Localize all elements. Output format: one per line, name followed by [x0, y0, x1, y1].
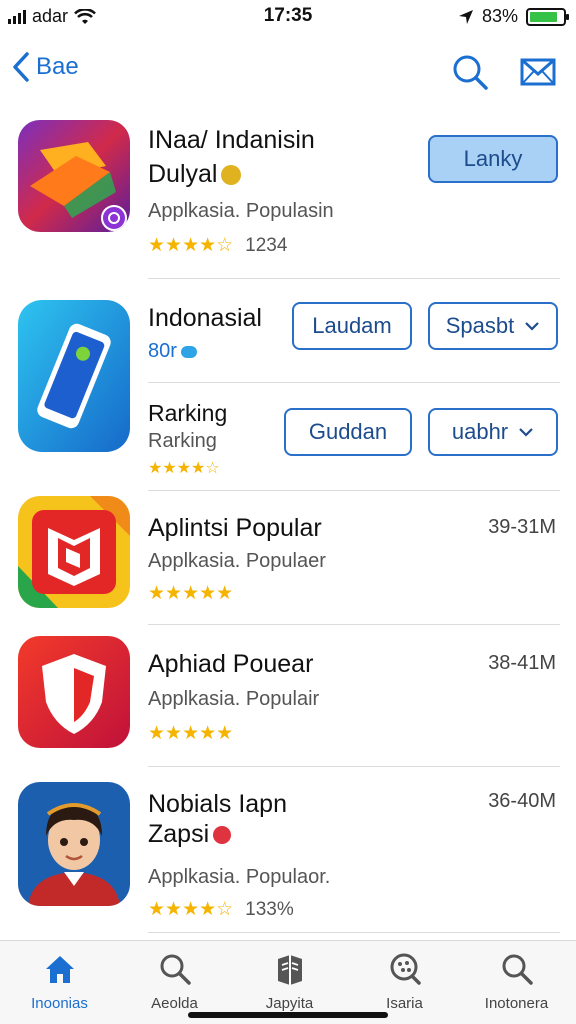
app-subtitle: Applkasia. Populair — [148, 688, 320, 710]
app-section-title: Rarking — [148, 400, 228, 426]
app-icon-phone — [18, 300, 130, 452]
nav-bar: Bae — [0, 44, 576, 100]
search-icon — [502, 954, 533, 985]
app-title: Indonasial — [148, 304, 262, 332]
tab-label: Japyita — [265, 995, 314, 1012]
app-icon-box — [18, 496, 130, 608]
app-title-line2-text: Zapsi — [148, 820, 210, 848]
primary-action-button[interactable]: Lanky — [428, 135, 558, 183]
carrier-label: adar — [32, 6, 69, 26]
rating-stars: ★★★★★ — [148, 582, 233, 605]
app-title: Nobials Iapn — [148, 790, 287, 818]
secondary-button-label: Laudam — [312, 313, 392, 338]
app-title: Aplintsi Popular — [148, 514, 322, 542]
book-icon — [277, 955, 302, 985]
battery-percent: 83% — [481, 6, 518, 26]
app-title-line2: Zapsi — [148, 820, 232, 849]
search-icon — [160, 954, 191, 985]
wifi-icon — [74, 8, 96, 24]
chevron-down-icon — [525, 322, 540, 331]
secondary-button[interactable]: Guddan — [284, 408, 412, 456]
app-icon-folder — [18, 120, 130, 232]
badge-icon — [221, 164, 242, 185]
scan-icon — [390, 953, 421, 985]
nav-actions — [450, 52, 558, 92]
star-rating-text: ★★★★☆ — [148, 235, 234, 256]
divider — [148, 932, 560, 933]
back-label: Bae — [36, 53, 79, 80]
rating-stars: ★★★★☆ — [148, 458, 220, 478]
tab-library[interactable]: Japyita — [232, 951, 347, 1012]
tab-search[interactable]: Aeolda — [117, 951, 232, 1012]
status-left: adar — [8, 6, 96, 27]
star-rating-text: ★★★★☆ — [148, 899, 234, 920]
star-rating-text: ★★★★☆ — [148, 460, 220, 477]
app-section-subtitle: Rarking — [148, 430, 217, 452]
divider — [148, 278, 560, 279]
list-item[interactable]: Aphiad Pouear Applkasia. Populair ★★★★★ … — [0, 636, 576, 767]
rating-stars: ★★★★☆ 133% — [148, 898, 294, 921]
app-size: 39-31M — [488, 516, 556, 538]
dropdown-button[interactable]: uabhr — [428, 408, 558, 456]
app-icon-shield — [18, 636, 130, 748]
star-rating-text: ★★★★★ — [148, 583, 234, 604]
divider — [148, 382, 560, 383]
app-subtitle-text: 80r — [148, 340, 177, 362]
badge-icon — [213, 825, 232, 844]
rating-stars: ★★★★★ — [148, 722, 233, 745]
dropdown-button-label: Spasbt — [445, 313, 515, 338]
list-item[interactable]: Aplintsi Popular Applkasia. Populaer ★★★… — [0, 496, 576, 626]
battery-fill — [530, 11, 557, 22]
divider — [148, 766, 560, 767]
list-item[interactable]: INaa/ Indanisin Dulyal Applkasia. Popula… — [0, 120, 576, 280]
search-icon[interactable] — [450, 52, 490, 92]
chevron-down-icon — [519, 428, 533, 437]
tab-label: Inoonias — [31, 995, 88, 1012]
rating-count: 1234 — [245, 234, 288, 256]
rating-stars: ★★★★☆ 1234 — [148, 234, 287, 257]
tab-bar: Inoonias Aeolda Japyita Isaria Inotonera — [0, 940, 576, 1024]
tab-label: Aeolda — [151, 995, 198, 1012]
tab-search-2[interactable]: Inotonera — [459, 951, 574, 1012]
secondary-button[interactable]: Laudam — [292, 302, 412, 350]
cloud-icon — [180, 345, 197, 358]
back-button[interactable]: Bae — [12, 52, 79, 82]
app-title: INaa/ Indanisin — [148, 126, 315, 154]
app-title-line2-text: Dulyal — [148, 160, 218, 188]
dropdown-button-label: uabhr — [451, 419, 509, 444]
dropdown-button[interactable]: Spasbt — [428, 302, 558, 350]
location-arrow-icon — [458, 9, 473, 24]
app-subtitle: 80r — [148, 340, 197, 363]
app-icon-avatar — [18, 782, 130, 906]
signal-icon — [8, 9, 26, 24]
secondary-button-label: Guddan — [308, 419, 388, 444]
app-title: Aphiad Pouear — [148, 650, 314, 678]
tab-scan[interactable]: Isaria — [347, 951, 462, 1012]
app-subtitle: Applkasia. Populaer — [148, 550, 326, 572]
chevron-left-icon — [13, 52, 29, 82]
home-icon — [45, 956, 74, 983]
tab-label: Inotonera — [484, 995, 549, 1012]
app-size: 38-41M — [488, 652, 556, 674]
app-title-line2: Dulyal — [148, 160, 242, 189]
home-indicator — [188, 1012, 388, 1018]
status-bar: adar 17:35 83% — [0, 0, 576, 34]
app-subtitle: Applkasia. Populaor. — [148, 866, 331, 888]
list-item[interactable]: Indonasial 80r Laudam Spasbt Rarking Rar… — [0, 300, 576, 491]
divider — [148, 624, 560, 625]
primary-action-label: Lanky — [463, 146, 523, 171]
app-subtitle: Applkasia. Populasin — [148, 200, 334, 222]
app-size: 36-40M — [488, 790, 556, 812]
list-item[interactable]: Nobials Iapn Zapsi Applkasia. Populaor. … — [0, 782, 576, 933]
rating-count: 133% — [245, 898, 294, 920]
mail-icon[interactable] — [518, 52, 558, 92]
status-right: 83% — [458, 6, 569, 27]
tab-label: Isaria — [386, 995, 423, 1012]
star-rating-text: ★★★★★ — [148, 723, 234, 744]
divider — [148, 490, 560, 491]
tab-home[interactable]: Inoonias — [2, 951, 117, 1012]
battery-icon — [526, 7, 569, 26]
